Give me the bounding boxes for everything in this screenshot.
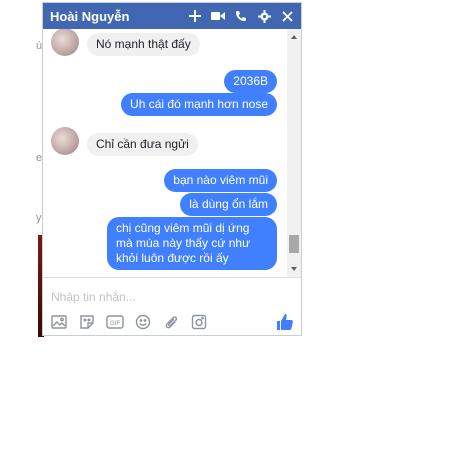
attach-icon[interactable]: [161, 313, 181, 331]
video-icon[interactable]: [209, 7, 227, 25]
background-page: ú e y: [0, 0, 44, 340]
scrollbar-thumb[interactable]: [289, 235, 299, 253]
plus-icon[interactable]: [186, 7, 204, 25]
camera-icon[interactable]: [189, 313, 209, 331]
chat-window: Hoài Nguyễn Nó mạnh thật đấy 2036B Uh cá…: [42, 2, 302, 336]
composer: Nhập tin nhắn... GIF: [43, 277, 301, 336]
message-bubble[interactable]: là dùng ổn lắm: [180, 193, 277, 216]
close-icon[interactable]: [278, 7, 296, 25]
composer-toolbar: GIF: [49, 312, 217, 332]
message-list[interactable]: Nó mạnh thật đấy 2036B Uh cái đó mạnh hơ…: [43, 29, 289, 277]
phone-icon[interactable]: [232, 7, 250, 25]
scroll-up-icon[interactable]: [291, 35, 297, 39]
message-input[interactable]: Nhập tin nhắn...: [51, 290, 136, 304]
message-bubble[interactable]: Uh cái đó mạnh hơn nose: [121, 93, 277, 116]
gear-icon[interactable]: [255, 7, 273, 25]
background-text: y: [36, 212, 42, 224]
thumbs-up-icon[interactable]: [275, 312, 295, 332]
emoji-icon[interactable]: [133, 313, 153, 331]
avatar[interactable]: [51, 127, 79, 155]
svg-text:GIF: GIF: [110, 321, 120, 327]
message-bubble[interactable]: Nó mạnh thật đấy: [87, 33, 200, 56]
sticker-icon[interactable]: [77, 313, 97, 331]
chat-header[interactable]: Hoài Nguyễn: [43, 3, 301, 29]
photo-icon[interactable]: [49, 313, 69, 331]
message-bubble[interactable]: chị cũng viêm mũi dị ứng mà mùa này thấy…: [107, 217, 277, 270]
chat-title[interactable]: Hoài Nguyễn: [50, 9, 186, 24]
message-bubble[interactable]: Chỉ cần đưa ngửi: [87, 133, 198, 156]
gif-icon[interactable]: GIF: [105, 313, 125, 331]
avatar[interactable]: [51, 29, 79, 56]
scrollbar[interactable]: [287, 29, 301, 277]
scroll-down-icon[interactable]: [291, 267, 297, 271]
message-bubble[interactable]: bạn nào viêm mũi: [164, 169, 277, 192]
message-bubble[interactable]: 2036B: [224, 70, 277, 93]
